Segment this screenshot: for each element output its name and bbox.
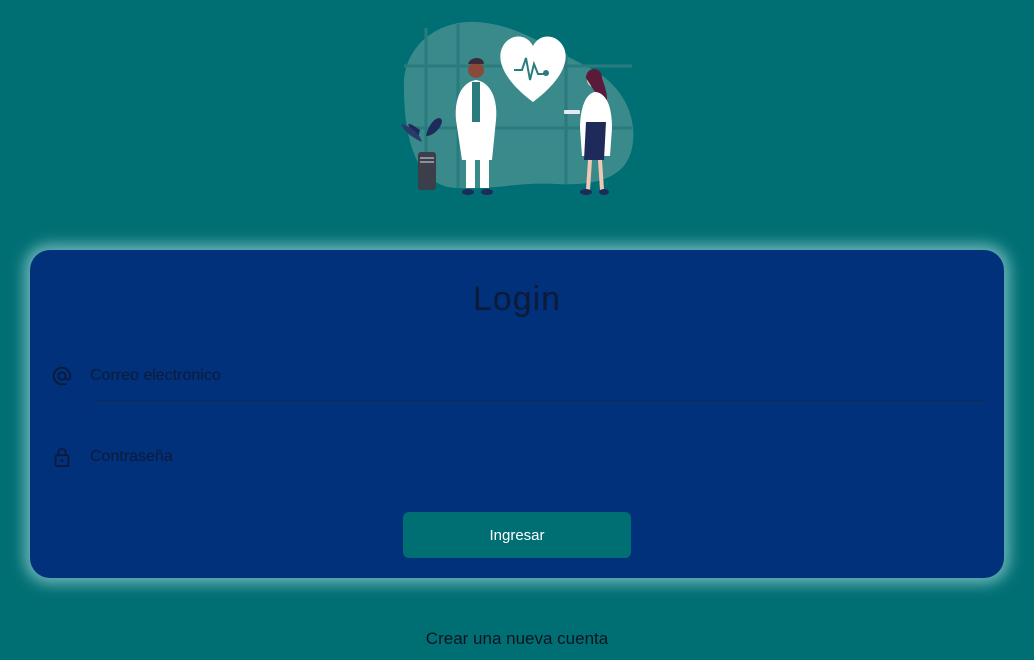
login-title: Login — [472, 280, 562, 318]
doctors-heart-illustration — [401, 21, 634, 195]
register-link[interactable]: Crear una nueva cuenta — [0, 629, 1034, 649]
at-icon — [52, 366, 72, 386]
email-underline — [91, 400, 984, 401]
password-field[interactable] — [90, 447, 970, 467]
email-field[interactable] — [90, 366, 970, 386]
submit-button[interactable]: Ingresar — [403, 512, 631, 558]
lock-icon — [54, 448, 70, 468]
